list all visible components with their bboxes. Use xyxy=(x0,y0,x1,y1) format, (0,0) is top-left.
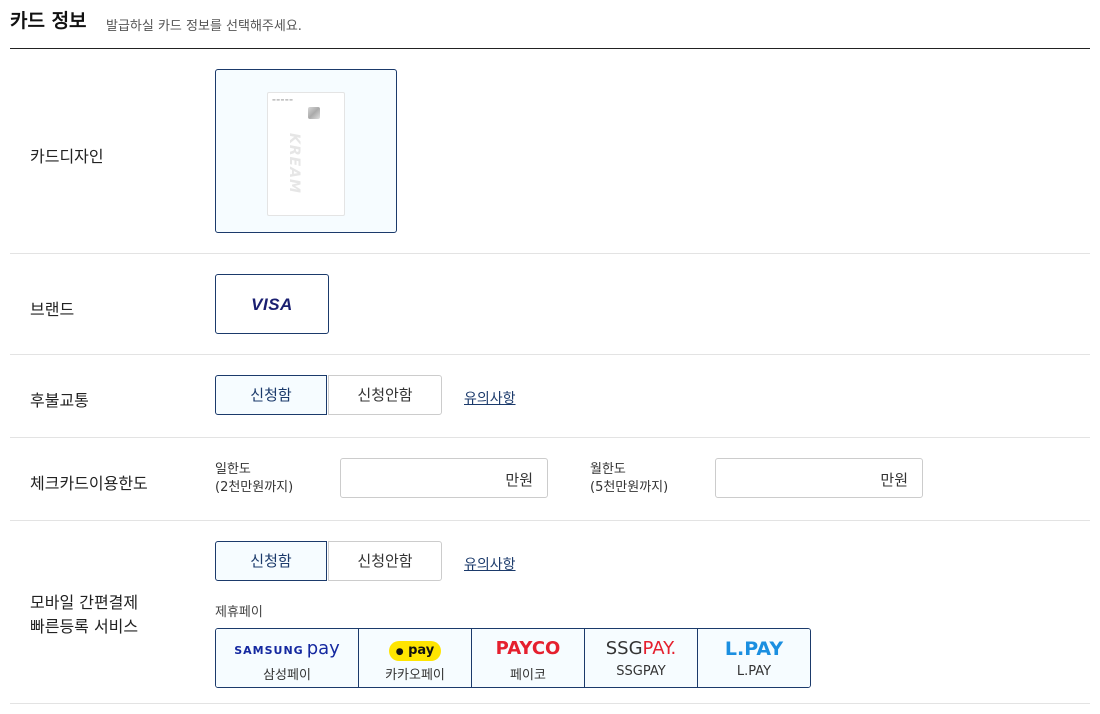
pay-option-samsung[interactable]: SAMSUNG pay 삼성페이 xyxy=(216,629,359,687)
transit-apply-button[interactable]: 신청함 xyxy=(215,375,327,415)
section-title: 카드 정보 xyxy=(10,10,87,32)
payco-logo: PAYCO xyxy=(495,638,561,659)
daily-limit-unit: 만원 xyxy=(505,471,533,489)
monthly-limit-label: 월한도 (5천만원까지) xyxy=(590,461,668,497)
daily-limit-title: 일한도 xyxy=(215,462,251,477)
card-logo-text: KREAM xyxy=(286,133,302,194)
ssgpay-name: SSGPAY xyxy=(616,664,666,679)
mobile-pay-label-line2: 빠른등록 서비스 xyxy=(30,617,139,636)
monthly-limit-unit: 만원 xyxy=(880,471,908,489)
mobile-pay-apply-button[interactable]: 신청함 xyxy=(215,541,327,581)
pay-option-lpay[interactable]: L.PAY L.PAY xyxy=(698,629,810,687)
mobile-pay-notice-link[interactable]: 유의사항 xyxy=(464,554,516,574)
mobile-pay-label-line1: 모바일 간편결제 xyxy=(30,593,139,612)
partner-pay-group: SAMSUNG pay 삼성페이 ● pay 카카오페이 PAYCO 페이코 SS… xyxy=(215,628,811,688)
ssgpay-logo: SSGPAY. xyxy=(605,638,677,659)
daily-limit-max: (2천만원까지) xyxy=(215,480,294,495)
card-design-row: 카드디자인 ▬▬▬▬▬ KREAM xyxy=(10,49,1090,254)
partner-pay-label: 제휴페이 xyxy=(215,605,263,620)
pay-option-payco[interactable]: PAYCO 페이코 xyxy=(472,629,585,687)
transit-notice-link[interactable]: 유의사항 xyxy=(464,388,516,408)
card-design-label: 카드디자인 xyxy=(30,147,104,166)
card-design-option[interactable]: ▬▬▬▬▬ KREAM xyxy=(215,69,397,233)
card-issuer-mark: ▬▬▬▬▬ xyxy=(272,97,294,102)
transit-label: 후불교통 xyxy=(30,391,89,410)
monthly-limit-title: 월한도 xyxy=(590,462,626,477)
daily-limit-input[interactable]: 만원 xyxy=(340,458,548,498)
daily-limit-label: 일한도 (2천만원까지) xyxy=(215,461,293,497)
kakao-pay-name: 카카오페이 xyxy=(385,668,445,683)
samsung-pay-logo: SAMSUNG pay xyxy=(234,638,340,659)
section-description: 발급하실 카드 정보를 선택해주세요. xyxy=(106,19,302,34)
transit-decline-button[interactable]: 신청안함 xyxy=(328,375,442,415)
mobile-pay-label: 모바일 간편결제 빠른등록 서비스 xyxy=(30,591,138,639)
samsung-pay-name: 삼성페이 xyxy=(263,668,311,683)
lpay-logo: L.PAY xyxy=(724,638,784,660)
transit-row: 후불교통 신청함 신청안함 유의사항 xyxy=(10,355,1090,438)
kakao-pay-logo-text: pay xyxy=(408,643,435,658)
transit-toggle: 신청함 신청안함 xyxy=(215,375,442,415)
brand-row: 브랜드 VISA xyxy=(10,254,1090,355)
check-limit-label: 체크카드이용한도 xyxy=(30,474,148,493)
brand-label: 브랜드 xyxy=(30,300,75,319)
lpay-name: L.PAY xyxy=(736,664,772,679)
section-header: 카드 정보 발급하실 카드 정보를 선택해주세요. xyxy=(10,0,1090,49)
visa-logo: VISA xyxy=(251,295,293,314)
check-limit-row: 체크카드이용한도 일한도 (2천만원까지) 만원 월한도 (5천만원까지) 만원 xyxy=(10,438,1090,521)
kakao-pay-logo: ● pay xyxy=(359,638,471,661)
mobile-pay-decline-button[interactable]: 신청안함 xyxy=(328,541,442,581)
monthly-limit-max: (5천만원까지) xyxy=(590,480,669,495)
mobile-pay-row: 모바일 간편결제 빠른등록 서비스 신청함 신청안함 유의사항 제휴페이 SAM… xyxy=(10,521,1090,704)
mobile-pay-toggle: 신청함 신청안함 xyxy=(215,541,442,581)
pay-option-kakao[interactable]: ● pay 카카오페이 xyxy=(359,629,472,687)
brand-option-visa[interactable]: VISA xyxy=(215,274,329,334)
pay-option-ssgpay[interactable]: SSGPAY. SSGPAY xyxy=(585,629,698,687)
monthly-limit-input[interactable]: 만원 xyxy=(715,458,923,498)
card-chip-icon xyxy=(308,107,320,119)
card-image: ▬▬▬▬▬ KREAM xyxy=(267,92,345,216)
payco-name: 페이코 xyxy=(510,668,546,683)
